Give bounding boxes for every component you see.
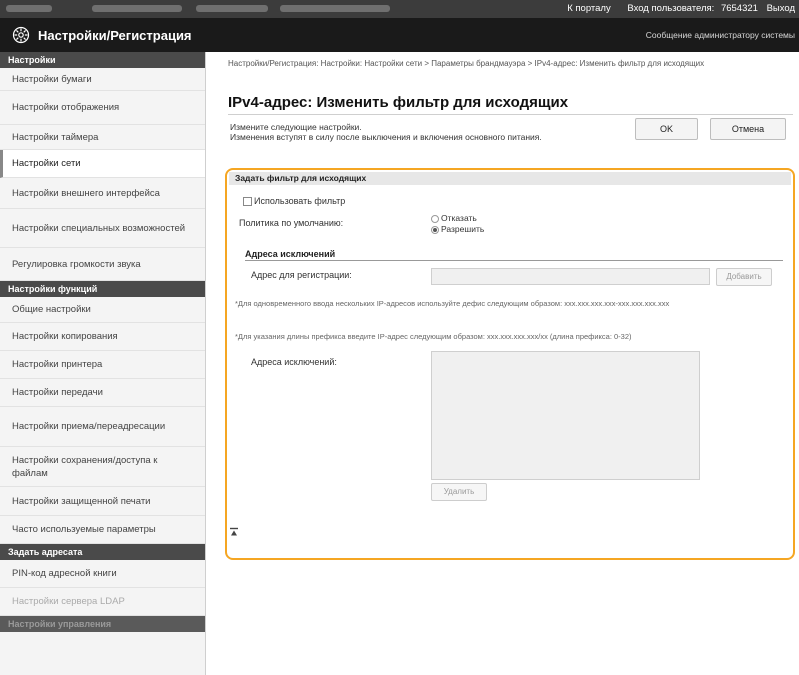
policy-reject-radio[interactable]: [431, 215, 439, 223]
app-title: Настройки/Регистрация: [38, 28, 192, 43]
sidebar-item-display[interactable]: Настройки отображения: [0, 91, 205, 125]
sidebar-group-functions: Настройки функций: [0, 281, 205, 297]
sidebar-item-network[interactable]: Настройки сети: [0, 150, 205, 178]
blurred-text: [92, 5, 182, 12]
app-header: Настройки/Регистрация Сообщение админист…: [0, 18, 799, 52]
register-address-label: Адрес для регистрации:: [251, 270, 352, 280]
sidebar-group-settings: Настройки: [0, 52, 205, 68]
use-filter-checkbox[interactable]: [243, 197, 252, 206]
sidebar-group-destination: Задать адресата: [0, 544, 205, 560]
page-description: Измените следующие настройки. Изменения …: [230, 122, 542, 142]
register-address-input[interactable]: [431, 268, 710, 285]
cancel-button[interactable]: Отмена: [710, 118, 786, 140]
exceptions-listbox[interactable]: [431, 351, 700, 480]
page-title: IPv4-адрес: Изменить фильтр для исходящи…: [228, 94, 569, 111]
exceptions-subheader: Адреса исключений: [245, 249, 783, 261]
to-top-icon[interactable]: [229, 527, 239, 540]
sidebar: Настройки Настройки бумаги Настройки ото…: [0, 52, 206, 675]
sidebar-item-address-book-pin[interactable]: PIN-код адресной книги: [0, 560, 205, 588]
portal-link[interactable]: К порталу: [567, 3, 611, 14]
breadcrumb: Настройки/Регистрация: Настройки: Настро…: [228, 59, 705, 68]
top-links: К порталу Вход пользователя: 7654321 Вых…: [553, 3, 795, 14]
sidebar-item-send[interactable]: Настройки передачи: [0, 379, 205, 407]
sidebar-item-ldap[interactable]: Настройки сервера LDAP: [0, 588, 205, 616]
blurred-text: [6, 5, 52, 12]
policy-allow-radio[interactable]: [431, 226, 439, 234]
sidebar-item-favorites[interactable]: Часто используемые параметры: [0, 516, 205, 544]
blurred-text: [196, 5, 268, 12]
sidebar-item-external-interface[interactable]: Настройки внешнего интерфейса: [0, 178, 205, 209]
sidebar-group-management: Настройки управления: [0, 616, 205, 632]
sidebar-item-accessibility[interactable]: Настройки специальных возможностей: [0, 209, 205, 248]
title-divider: [228, 114, 793, 115]
admin-message-link[interactable]: Сообщение администратору системы: [646, 30, 795, 40]
sidebar-item-printer[interactable]: Настройки принтера: [0, 351, 205, 379]
default-policy-label: Политика по умолчанию:: [239, 218, 344, 228]
delete-button[interactable]: Удалить: [431, 483, 487, 501]
sidebar-item-volume[interactable]: Регулировка громкости звука: [0, 248, 205, 281]
section-header: Задать фильтр для исходящих: [229, 172, 791, 185]
add-button[interactable]: Добавить: [716, 268, 772, 286]
blurred-text: [280, 5, 390, 12]
prefix-note: *Для указания длины префикса введите IP-…: [235, 332, 632, 341]
sidebar-item-secure-print[interactable]: Настройки защищенной печати: [0, 487, 205, 516]
logout-link[interactable]: Выход: [767, 3, 795, 14]
ok-button[interactable]: OK: [635, 118, 698, 140]
sidebar-item-paper[interactable]: Настройки бумаги: [0, 68, 205, 91]
sidebar-item-store-access[interactable]: Настройки сохранения/доступа к файлам: [0, 447, 205, 487]
login-user-id: 7654321: [720, 3, 758, 14]
sidebar-item-copy[interactable]: Настройки копирования: [0, 323, 205, 351]
sidebar-item-timer[interactable]: Настройки таймера: [0, 125, 205, 150]
login-user-label: Вход пользователя:: [627, 3, 715, 14]
sidebar-item-receive-forward[interactable]: Настройки приема/переадресации: [0, 407, 205, 447]
policy-allow-label: Разрешить: [441, 224, 485, 234]
top-bar: К порталу Вход пользователя: 7654321 Вых…: [0, 0, 799, 18]
hyphen-note: *Для одновременного ввода нескольких IP-…: [235, 299, 670, 308]
use-filter-label: Использовать фильтр: [254, 196, 346, 206]
gear-icon: [12, 26, 30, 44]
exceptions-list-label: Адреса исключений:: [251, 357, 337, 367]
policy-reject-label: Отказать: [441, 213, 477, 223]
sidebar-item-common[interactable]: Общие настройки: [0, 297, 205, 323]
outgoing-filter-panel: Задать фильтр для исходящих Использовать…: [225, 168, 795, 560]
